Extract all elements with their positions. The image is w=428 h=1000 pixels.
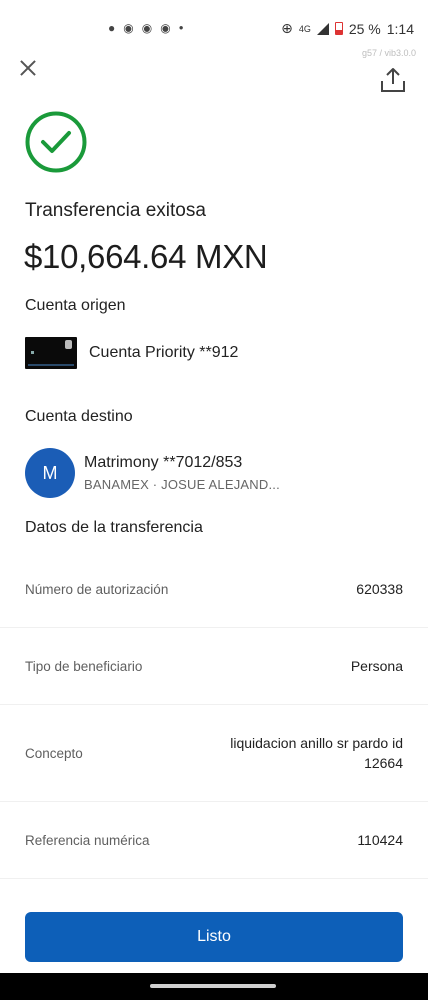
- close-icon[interactable]: [16, 56, 40, 80]
- success-check-icon: [25, 111, 87, 173]
- detail-value: 620338: [356, 581, 403, 597]
- detail-label: Número de autorización: [25, 581, 169, 597]
- detail-label: Tipo de beneficiario: [25, 658, 143, 674]
- destination-account: M Matrimony **7012/853 BANAMEX · JOSUE A…: [25, 448, 280, 498]
- dot-icon: ●: [178, 23, 184, 32]
- done-button[interactable]: Listo: [25, 912, 403, 962]
- battery-icon: [334, 22, 343, 35]
- detail-row-reference: Referencia numérica 110424: [0, 802, 428, 879]
- detail-label: Concepto: [25, 745, 83, 761]
- destination-account-name: Matrimony **7012/853: [84, 454, 243, 471]
- network-type: 4G: [298, 23, 311, 34]
- eye-icon: ◉: [141, 21, 153, 35]
- detail-row-concept: Concepto liquidacion anillo sr pardo id …: [0, 705, 428, 802]
- avatar: M: [25, 448, 75, 498]
- origin-section-label: Cuenta origen: [25, 297, 126, 314]
- transfer-details-list: Número de autorización 620338 Tipo de be…: [0, 551, 428, 879]
- home-gesture-handle[interactable]: [150, 984, 276, 988]
- system-nav-bar: [0, 973, 428, 1000]
- detail-label: Referencia numérica: [25, 832, 150, 848]
- version-label: g57 / vib3.0.0: [361, 48, 416, 58]
- clock: 1:14: [386, 20, 414, 37]
- detail-row-beneficiary-type: Tipo de beneficiario Persona: [0, 628, 428, 705]
- share-icon[interactable]: [379, 66, 407, 94]
- vpn-icon: ⊕: [281, 20, 293, 36]
- battery-level: 25 %: [348, 20, 381, 37]
- status-indicators: ⊕ 4G 25 % 1:14: [281, 20, 414, 37]
- detail-value: liquidacion anillo sr pardo id 12664: [230, 735, 403, 771]
- destination-section-label: Cuenta destino: [25, 408, 133, 425]
- origin-account-name: Cuenta Priority **912: [89, 344, 239, 361]
- page-title: Transferencia exitosa: [25, 200, 206, 221]
- destination-bank-subtitle: BANAMEX · JOSUE ALEJAND...: [84, 477, 280, 492]
- detail-value: Persona: [350, 658, 403, 674]
- notification-icons: ● ◉ ◉ ◉ ●: [108, 21, 184, 35]
- eye-icon: ◉: [123, 21, 134, 35]
- detail-value: 110424: [357, 832, 403, 848]
- card-image: [25, 337, 77, 369]
- chat-bubble-icon: ●: [108, 21, 116, 35]
- signal-icon: [316, 22, 329, 35]
- detail-row-authorization: Número de autorización 620338: [0, 551, 428, 628]
- eye-icon: ◉: [160, 21, 171, 35]
- origin-account: Cuenta Priority **912: [25, 337, 238, 369]
- details-section-label: Datos de la transferencia: [25, 519, 203, 536]
- transfer-amount: $10,664.64 MXN: [24, 238, 268, 275]
